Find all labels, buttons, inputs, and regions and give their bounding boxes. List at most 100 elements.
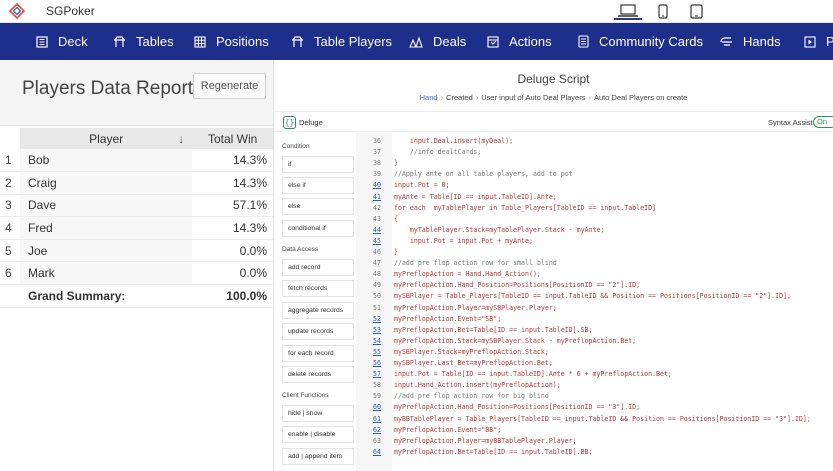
table-icon bbox=[114, 35, 125, 47]
palette-item-update-records[interactable]: update records bbox=[282, 323, 354, 340]
column-header-label: Total Win bbox=[207, 131, 258, 146]
code-text: myPreflopAction.Player=myBBTablePlayer.P… bbox=[394, 436, 577, 445]
code-line[interactable]: 57 input.Pot = Table[ID == input.TableID]… bbox=[356, 369, 833, 380]
line-number[interactable]: 54 bbox=[373, 336, 387, 347]
code-line[interactable]: 44 myTablePlayer.Stack=myTablePlayer.Sta… bbox=[356, 225, 833, 236]
code-line[interactable]: 43 { bbox=[356, 214, 833, 225]
column-header-player[interactable]: Player ↓ bbox=[20, 128, 193, 149]
palette-item-conditional-if[interactable]: conditional if bbox=[282, 220, 354, 237]
code-line[interactable]: 38} bbox=[356, 158, 833, 169]
code-line[interactable]: 54 myPreflopAction.Stack=mySBPlayer.Stack… bbox=[356, 336, 833, 347]
code-line[interactable]: 41 myAnte = Table[ID == input.TableID].An… bbox=[356, 192, 833, 203]
syntax-assist-label: Syntax Assist bbox=[768, 118, 813, 127]
nav-item-community-cards[interactable]: Community Cards bbox=[578, 23, 703, 60]
code-line[interactable]: 63 myPreflopAction.Player=myBBTablePlayer… bbox=[356, 436, 833, 447]
player-cell: Mark bbox=[20, 261, 193, 286]
code-text: myPreflopAction.Event="SB"; bbox=[394, 314, 502, 323]
code-line[interactable]: 58 input.Hand_Action.insert(myPreflopActi… bbox=[356, 380, 833, 391]
code-line[interactable]: 52 myPreflopAction.Event="SB"; bbox=[356, 314, 833, 325]
code-line[interactable]: 62 myPreflopAction.Event="BB"; bbox=[356, 425, 833, 436]
line-number[interactable]: 64 bbox=[373, 447, 387, 458]
line-number[interactable]: 41 bbox=[373, 192, 387, 203]
palette-item-hide-show[interactable]: hide | show bbox=[282, 405, 354, 422]
main-nav: Deck Tables Positions Table Players Deal… bbox=[0, 23, 833, 60]
line-number[interactable]: 56 bbox=[373, 358, 387, 369]
line-number: 50 bbox=[373, 292, 381, 301]
table-row: 5 Joe 0.0% bbox=[0, 239, 273, 263]
regenerate-button[interactable]: Regenerate bbox=[193, 73, 266, 99]
code-text: mySBPlayer.Last_Bet=myPreflopAction.Bet; bbox=[394, 359, 553, 367]
palette-item-enable-disable[interactable]: enable | disable bbox=[282, 426, 354, 443]
code-line[interactable]: 42 for each myTablePlayer in Table_Player… bbox=[356, 203, 833, 214]
line-number[interactable]: 57 bbox=[373, 369, 387, 380]
line-number[interactable]: 55 bbox=[373, 347, 387, 358]
nav-item-tables[interactable]: Tables bbox=[113, 23, 174, 60]
line-number[interactable]: 44 bbox=[373, 225, 387, 236]
row-number: 3 bbox=[0, 194, 20, 218]
tablet-icon bbox=[689, 4, 703, 19]
nav-item-hands[interactable]: Hands bbox=[720, 23, 781, 60]
line-number[interactable]: 52 bbox=[373, 314, 387, 325]
nav-item-actions[interactable]: Actions bbox=[487, 23, 552, 60]
palette-item-aggregate-records[interactable]: aggregate records bbox=[282, 302, 354, 319]
laptop-icon bbox=[618, 3, 638, 17]
code-line[interactable]: 51 myPreflopAction.Player=mySBPlayer.Play… bbox=[356, 303, 833, 314]
nav-item-table-players[interactable]: Table Players bbox=[291, 23, 392, 60]
line-number[interactable]: 61 bbox=[373, 414, 387, 425]
line-number[interactable]: 62 bbox=[373, 425, 387, 436]
syntax-assist-toggle[interactable]: On bbox=[813, 116, 833, 128]
code-line[interactable]: 53 myPreflopAction.Bet=Table[ID == input.… bbox=[356, 325, 833, 336]
code-line[interactable]: 61 myBBTablePlayer = Table_Players[TableI… bbox=[356, 414, 833, 425]
desktop-view-button[interactable] bbox=[614, 3, 642, 20]
code-line[interactable]: 56 mySBPlayer.Last_Bet=myPreflopAction.Be… bbox=[356, 358, 833, 369]
nav-item-deck[interactable]: Deck bbox=[36, 23, 88, 60]
palette-item-if[interactable]: if bbox=[282, 156, 354, 173]
players-report-table: Player ↓ Total Win 1 Bob 14.3% 2 Craig 1… bbox=[0, 128, 273, 308]
code-text: input.Deal.insert(myDeal); bbox=[394, 137, 514, 145]
code-line[interactable]: 45 input.Pot = input.Pot + myAnte; bbox=[356, 236, 833, 247]
line-number[interactable]: 45 bbox=[373, 236, 387, 247]
breadcrumb-link-hand[interactable]: Hand bbox=[420, 93, 438, 102]
line-number[interactable]: 53 bbox=[373, 325, 387, 336]
line-number[interactable]: 40 bbox=[373, 180, 387, 191]
code-line[interactable]: 64 myPreflopAction.Bet=Table[ID == input.… bbox=[356, 447, 833, 458]
code-line[interactable]: 55 mySBPlayer.Stack=myPreflopAction.Stack… bbox=[356, 347, 833, 358]
grand-summary-value: 100.0% bbox=[192, 284, 273, 308]
code-line[interactable]: 40 input.Pot = 0; bbox=[356, 180, 833, 191]
code-line[interactable]: 60 myPreflopAction.Hand_Position=Position… bbox=[356, 402, 833, 413]
palette-item-delete-records[interactable]: delete records bbox=[282, 366, 354, 383]
code-line[interactable]: 50 mySBPlayer = Table_Players[TableID == … bbox=[356, 291, 833, 302]
palette-section-title: Data Access bbox=[282, 246, 319, 253]
play-icon bbox=[804, 35, 816, 48]
palette-item-for-each-record[interactable]: for each record bbox=[282, 345, 354, 362]
phone-icon bbox=[658, 4, 668, 19]
palette-item-else[interactable]: else bbox=[282, 198, 354, 215]
nav-item-positions[interactable]: Positions bbox=[194, 23, 269, 60]
code-line[interactable]: 59 //add pre flop action row for big blin… bbox=[356, 391, 833, 402]
nav-item-more[interactable]: P bbox=[804, 23, 833, 60]
sort-down-icon[interactable]: ↓ bbox=[178, 132, 184, 146]
palette-item-else-if[interactable]: else if bbox=[282, 177, 354, 194]
palette-item-add-append-item[interactable]: add | append item bbox=[282, 448, 354, 465]
nav-item-deals[interactable]: Deals bbox=[409, 23, 466, 60]
line-number[interactable]: 60 bbox=[373, 402, 387, 413]
code-line[interactable]: 46} bbox=[356, 247, 833, 258]
tablet-view-button[interactable] bbox=[682, 3, 710, 20]
row-number-header bbox=[0, 128, 20, 149]
editor-toolbar: {} Deluge Syntax Assist On bbox=[274, 113, 833, 132]
palette-item-fetch-records[interactable]: fetch records bbox=[282, 280, 354, 297]
column-header-total-win[interactable]: Total Win bbox=[192, 128, 273, 149]
code-line[interactable]: 49 myPreflopAction.Hand_Position=Position… bbox=[356, 280, 833, 291]
palette-item-add-record[interactable]: add record bbox=[282, 259, 354, 276]
code-text: myPreflopAction.Player=mySBPlayer.Player… bbox=[394, 303, 557, 312]
total-win-cell: 14.3% bbox=[192, 216, 273, 240]
code-line[interactable]: 47 //add pre flop action row for small bl… bbox=[356, 258, 833, 269]
code-line[interactable]: 39 //Apply ante on all table players, add… bbox=[356, 169, 833, 180]
code-line[interactable]: 37 //info dealtCards; bbox=[356, 147, 833, 158]
mobile-view-button[interactable] bbox=[649, 3, 677, 20]
code-editor[interactable]: 36 input.Deal.insert(myDeal); 37 //info d… bbox=[356, 133, 833, 471]
total-win-cell: 0.0% bbox=[192, 239, 273, 263]
table-icon bbox=[292, 35, 303, 47]
code-line[interactable]: 48 myPreflopAction = Hand.Hand_Action(); bbox=[356, 269, 833, 280]
code-line[interactable]: 36 input.Deal.insert(myDeal); bbox=[356, 136, 833, 147]
